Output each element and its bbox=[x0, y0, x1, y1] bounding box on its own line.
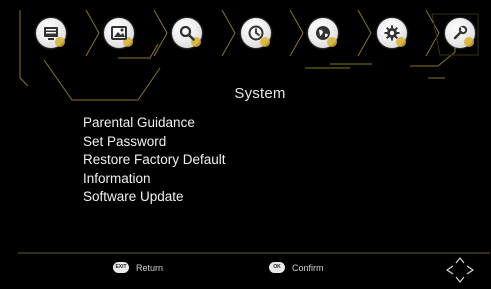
timer-icon-glyph bbox=[248, 25, 264, 41]
menu-item-parental-guidance[interactable]: Parental Guidance bbox=[83, 114, 226, 133]
page-title: System bbox=[234, 85, 286, 102]
return-hint: EXIT Return bbox=[113, 262, 163, 273]
exit-key-icon: EXIT bbox=[113, 262, 129, 273]
picture-icon-glyph bbox=[111, 26, 127, 40]
globe-icon-glyph bbox=[316, 26, 330, 40]
menu-item-restore-factory-default[interactable]: Restore Factory Default bbox=[83, 151, 226, 170]
channel-list-icon[interactable] bbox=[36, 18, 66, 48]
globe-icon[interactable] bbox=[308, 18, 338, 48]
search-icon[interactable] bbox=[172, 18, 202, 48]
menu-item-software-update[interactable]: Software Update bbox=[83, 188, 226, 207]
channel-list-icon-glyph bbox=[44, 27, 58, 40]
system-tools-icon-glyph bbox=[453, 25, 468, 40]
timer-icon[interactable] bbox=[241, 18, 271, 48]
direction-arrows-icon bbox=[446, 257, 474, 283]
main-menu-toolbar bbox=[0, 0, 491, 80]
system-menu-list: Parental Guidance Set Password Restore F… bbox=[83, 114, 226, 207]
gear-icon[interactable] bbox=[377, 18, 407, 48]
ok-key-icon: OK bbox=[269, 262, 285, 273]
menu-item-set-password[interactable]: Set Password bbox=[83, 133, 226, 152]
return-label: Return bbox=[136, 262, 164, 273]
picture-icon[interactable] bbox=[104, 18, 134, 48]
gear-icon-glyph bbox=[384, 25, 400, 41]
system-tools-icon[interactable] bbox=[445, 18, 475, 48]
confirm-label: Confirm bbox=[292, 262, 324, 273]
menu-item-information[interactable]: Information bbox=[83, 170, 226, 189]
confirm-hint: OK Confirm bbox=[269, 262, 324, 273]
search-icon-glyph bbox=[179, 25, 195, 41]
